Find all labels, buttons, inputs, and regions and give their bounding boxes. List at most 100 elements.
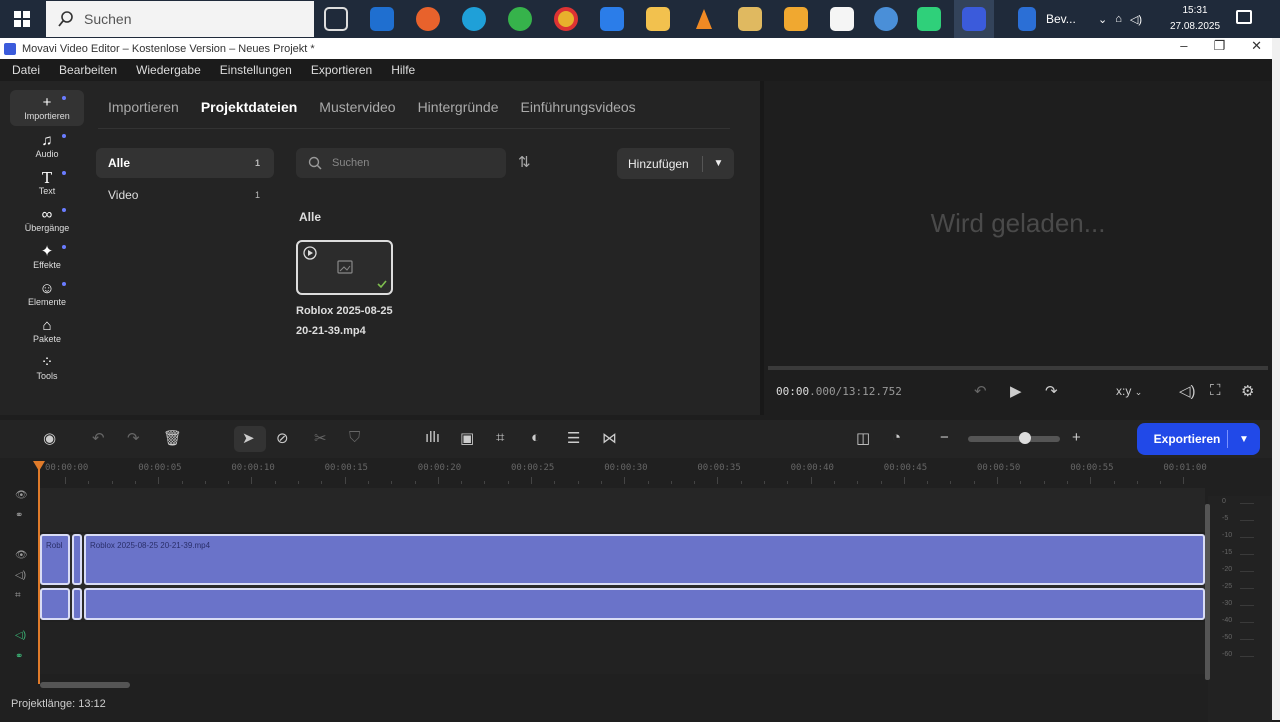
taskbar-search[interactable]: Suchen (46, 1, 314, 37)
sidebar-item-effekte[interactable]: ✦ Effekte (10, 239, 84, 275)
notification-icon[interactable] (1236, 10, 1252, 24)
app-icon-3[interactable] (874, 7, 898, 31)
timeline-ruler[interactable]: 00:00:00 00:00:05 00:00:10 00:00:15 00:00:20… (40, 458, 1207, 488)
zoom-in-icon[interactable]: + (1072, 429, 1081, 446)
fullscreen-icon[interactable]: ⛶ (1210, 382, 1221, 399)
document-icon[interactable] (830, 7, 854, 31)
chevron-up-icon[interactable]: ⌄ (1098, 13, 1107, 26)
zoom-slider[interactable] (968, 436, 1060, 442)
link-icon[interactable]: ⚭ (15, 510, 23, 521)
step-back-icon[interactable]: ↶ (974, 382, 987, 400)
aspect-ratio-dropdown[interactable]: x:y ⌄ (1116, 384, 1142, 398)
category-alle[interactable]: Alle 1 (96, 148, 274, 178)
restore-icon[interactable]: ❐ (1213, 38, 1225, 54)
lock-icon[interactable]: ⌗ (15, 590, 21, 601)
track-empty[interactable] (40, 488, 1205, 532)
step-forward-icon[interactable]: ↷ (1045, 382, 1058, 400)
sidebar-item-tools[interactable]: ⁘ Tools (10, 350, 84, 386)
clip-video-main[interactable]: Roblox 2025-08-25 20-21-39.mp4 (84, 534, 1205, 585)
timeline-horizontal-scrollbar[interactable] (40, 682, 130, 688)
disable-icon[interactable]: ⊘ (276, 429, 289, 447)
close-icon[interactable]: ✕ (1251, 38, 1262, 54)
menu-exportieren[interactable]: Exportieren (311, 63, 372, 77)
clip-audio-main[interactable] (84, 588, 1205, 620)
track-audio[interactable] (40, 622, 1205, 674)
minimize-icon[interactable]: – (1180, 38, 1187, 54)
network-icon[interactable]: ⌂ (1115, 13, 1122, 25)
crop-icon[interactable]: ⌗ (496, 429, 504, 446)
settings-gear-icon[interactable]: ⚙ (1241, 382, 1254, 400)
firefox-icon[interactable] (416, 7, 440, 31)
volume-icon[interactable]: ◁) (1179, 382, 1196, 400)
menu-wiedergabe[interactable]: Wiedergabe (136, 63, 201, 77)
word-icon[interactable] (1018, 7, 1036, 31)
outlook-icon[interactable] (370, 7, 394, 31)
vlc-icon[interactable] (692, 7, 716, 31)
split-audio-icon[interactable]: ◫ (856, 429, 870, 447)
zoom-slider-handle[interactable] (1019, 432, 1031, 444)
magnet-icon[interactable]: ◔ (892, 429, 901, 446)
clip-video-tiny[interactable] (72, 534, 82, 585)
delete-trash-icon[interactable]: 🗑 (163, 429, 182, 447)
color-adjust-icon[interactable]: ◐ (531, 429, 540, 446)
tab-importieren[interactable]: Importieren (108, 99, 179, 115)
timeline-vertical-scrollbar[interactable] (1205, 504, 1210, 680)
sort-icon[interactable]: ⇅ (518, 153, 531, 171)
task-view-icon[interactable] (324, 7, 348, 31)
app-icon-2[interactable] (784, 7, 808, 31)
media-search-input[interactable]: Suchen (296, 148, 506, 178)
sidebar-item-audio[interactable]: ♫ Audio (10, 128, 84, 164)
zoom-out-icon[interactable]: − (940, 429, 949, 446)
sliders-icon[interactable]: ☰ (567, 429, 580, 447)
undo-icon[interactable]: ↶ (92, 429, 105, 447)
transition-tool-icon[interactable]: ⋈ (602, 429, 617, 447)
sidebar-item-importieren[interactable]: + Importieren (10, 90, 84, 126)
sidebar-item-pakete[interactable]: ⌂ Pakete (10, 313, 84, 349)
app-icon-4[interactable] (917, 7, 941, 31)
app-icon-1[interactable] (738, 7, 762, 31)
menu-hilfe[interactable]: Hilfe (391, 63, 415, 77)
audio-volume-icon[interactable]: ◁) (15, 630, 26, 641)
playback-progress-bar[interactable] (768, 366, 1268, 370)
chrome-icon[interactable] (554, 7, 578, 31)
sidebar-item-text[interactable]: T Text (10, 165, 84, 201)
sidebar-item-uebergaenge[interactable]: ∞ Übergänge (10, 202, 84, 238)
marker-icon[interactable]: ⛉ (349, 429, 360, 446)
export-button[interactable]: Exportieren ▼ (1137, 423, 1260, 455)
tab-mustervideo[interactable]: Mustervideo (319, 99, 395, 115)
eye-icon[interactable]: 👁 (15, 490, 28, 501)
mute-icon[interactable]: ◁) (15, 570, 26, 581)
volume-icon[interactable]: ◁) (1130, 13, 1142, 26)
movavi-taskbar-icon[interactable] (962, 7, 986, 31)
redo-icon[interactable]: ↷ (127, 429, 140, 447)
sidebar-item-elemente[interactable]: ☺ Elemente (10, 276, 84, 312)
record-icon[interactable]: ◉ (43, 429, 56, 447)
playhead[interactable] (38, 464, 40, 684)
tab-projektdateien[interactable]: Projektdateien (201, 99, 297, 115)
clip-audio-short[interactable] (40, 588, 70, 620)
chevron-down-icon[interactable]: ▼ (703, 158, 734, 169)
clip-video-short[interactable]: Robl (40, 534, 70, 585)
tab-einfuehrungsvideos[interactable]: Einführungsvideos (521, 99, 636, 115)
file-explorer-icon[interactable] (646, 7, 670, 31)
edge-icon[interactable] (462, 7, 486, 31)
menu-bearbeiten[interactable]: Bearbeiten (59, 63, 117, 77)
start-button[interactable] (0, 0, 44, 38)
menu-einstellungen[interactable]: Einstellungen (220, 63, 292, 77)
chevron-down-icon[interactable]: ▼ (1228, 434, 1260, 445)
clip-audio-tiny[interactable] (72, 588, 82, 620)
tab-hintergruende[interactable]: Hintergründe (418, 99, 499, 115)
eye-icon[interactable]: 👁 (15, 550, 28, 561)
captions-icon[interactable]: ▣ (460, 429, 474, 447)
menu-datei[interactable]: Datei (12, 63, 40, 77)
select-cursor-icon[interactable]: ➤ (242, 429, 255, 447)
taskbar-clock[interactable]: 15:31 27.08.2025 (1164, 3, 1226, 35)
media-thumbnail[interactable] (296, 240, 393, 295)
category-video[interactable]: Video 1 (96, 180, 274, 210)
audio-waveform-icon[interactable]: ıllı (425, 429, 440, 446)
messenger-icon[interactable] (508, 7, 532, 31)
audio-link-icon[interactable]: ⚭ (15, 651, 23, 662)
play-icon[interactable]: ▶ (1010, 382, 1022, 400)
calendar-icon[interactable] (600, 7, 624, 31)
add-button[interactable]: Hinzufügen ▼ (617, 148, 734, 179)
